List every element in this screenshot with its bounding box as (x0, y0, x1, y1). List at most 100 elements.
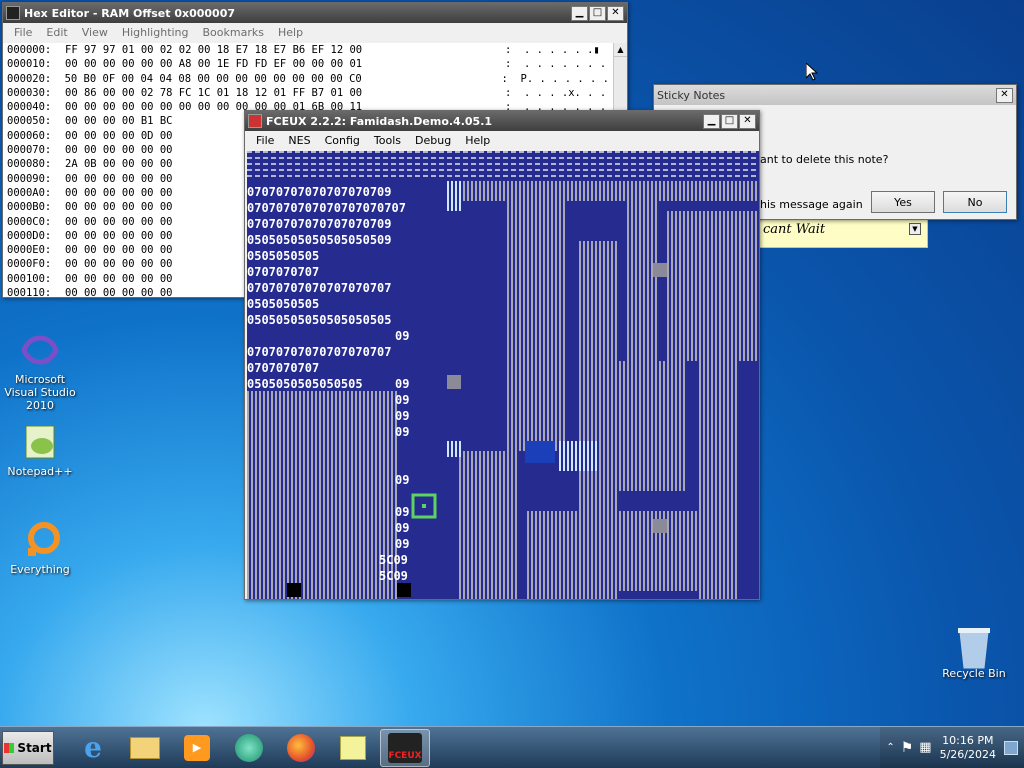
show-hidden-icons[interactable]: ⌃ (886, 742, 894, 753)
clock[interactable]: 10:16 PM 5/26/2024 (940, 734, 996, 762)
hex-bytes[interactable]: 00 86 00 00 02 78 FC 1C 01 18 12 01 FF B… (65, 87, 505, 101)
clock-time: 10:16 PM (942, 733, 994, 747)
svg-text:0707070707: 0707070707 (247, 361, 319, 375)
svg-text:0505050505050505: 0505050505050505 (247, 377, 363, 391)
close-button[interactable]: ✕ (607, 5, 624, 21)
hex-bytes[interactable]: 50 B0 0F 00 04 04 08 00 00 00 00 00 00 0… (65, 73, 502, 87)
taskbar-sticky-notes[interactable] (328, 729, 378, 767)
svg-text:07070707070707070709: 07070707070707070709 (247, 217, 392, 231)
hex-ascii[interactable]: : P. . . . . . . (502, 73, 609, 87)
sticky-note[interactable]: cant Wait ▼ (756, 218, 928, 248)
folder-icon (130, 736, 160, 759)
svg-text:09: 09 (395, 329, 409, 343)
scroll-up-icon[interactable]: ▲ (614, 43, 627, 57)
hex-bytes[interactable]: 00 00 00 00 00 00 A8 00 1E FD FD EF 00 0… (65, 58, 505, 72)
menu-item[interactable]: Bookmarks (196, 26, 271, 39)
dropdown-icon[interactable]: ▼ (909, 223, 921, 235)
svg-text:09: 09 (395, 377, 409, 391)
hex-row[interactable]: 000000: FF 97 97 01 00 02 02 00 18 E7 18 … (7, 44, 609, 58)
taskbar-media-player[interactable]: ▶ (172, 729, 222, 767)
taskbar-internet-explorer[interactable]: e (68, 729, 118, 767)
taskbar-firefox[interactable] (276, 729, 326, 767)
note-text: cant Wait (763, 222, 826, 237)
fceux-window[interactable]: FCEUX 2.2.2: Famidash.Demo.4.05.1 ▁ □ ✕ … (244, 110, 760, 600)
globe-icon (235, 733, 263, 762)
svg-text:05050505050505050509: 05050505050505050509 (247, 233, 392, 247)
hex-address: 0000C0: (7, 215, 52, 228)
desktop-icon-recycle-bin[interactable]: Recycle Bin (934, 624, 1014, 680)
action-center-flag-icon[interactable]: ⚑ (901, 740, 914, 756)
yes-button[interactable]: Yes (871, 191, 935, 213)
menu-item[interactable]: File (7, 26, 39, 39)
minimize-button[interactable]: ▁ (703, 113, 720, 129)
show-desktop-button[interactable] (1004, 740, 1018, 755)
start-button[interactable]: Start (2, 730, 54, 765)
hex-row[interactable]: 000030: 00 86 00 00 02 78 FC 1C 01 18 12 … (7, 87, 609, 101)
dialog-titlebar[interactable]: Sticky Notes ✕ (654, 85, 1016, 105)
svg-text:09: 09 (395, 505, 409, 519)
start-label: Start (17, 740, 52, 755)
network-icon[interactable]: ▦ (919, 740, 931, 755)
hex-editor-titlebar[interactable]: Hex Editor - RAM Offset 0x000007 ▁ □ ✕ (3, 3, 627, 23)
window-title: Hex Editor - RAM Offset 0x000007 (24, 6, 236, 20)
svg-text:05050505050505050505: 05050505050505050505 (247, 313, 392, 327)
hex-address: 000100: (7, 272, 52, 285)
menu-item[interactable]: Help (458, 134, 497, 147)
firefox-icon (287, 733, 315, 762)
svg-text:07070707070707070707: 07070707070707070707 (247, 281, 392, 295)
svg-text:09: 09 (395, 521, 409, 535)
menu-item[interactable]: File (249, 134, 281, 147)
hex-bytes[interactable]: FF 97 97 01 00 02 02 00 18 E7 18 E7 B6 E… (65, 44, 505, 58)
desktop-icon-visual-studio[interactable]: Microsoft Visual Studio 2010 (0, 330, 80, 412)
menu-item[interactable]: View (75, 26, 115, 39)
svg-text:09: 09 (395, 537, 409, 551)
hex-ascii[interactable]: : . . . . . . . (505, 58, 606, 72)
svg-text:0707070707: 0707070707 (247, 265, 319, 279)
menu-item[interactable]: Debug (408, 134, 458, 147)
taskbar-app-green[interactable] (224, 729, 274, 767)
hex-address: 000010: (7, 58, 52, 71)
menu-item[interactable]: Config (318, 134, 367, 147)
media-player-icon: ▶ (184, 734, 210, 761)
svg-text:0505050505: 0505050505 (247, 249, 319, 263)
close-button[interactable]: ✕ (739, 113, 756, 129)
dialog-question: ant to delete this note? (760, 153, 889, 166)
taskbar-file-explorer[interactable] (120, 729, 170, 767)
no-button[interactable]: No (943, 191, 1007, 213)
fceux-titlebar[interactable]: FCEUX 2.2.2: Famidash.Demo.4.05.1 ▁ □ ✕ (245, 111, 759, 131)
maximize-button[interactable]: □ (721, 113, 738, 129)
mouse-cursor-icon (806, 63, 818, 81)
desktop-icon-everything[interactable]: Everything (0, 520, 80, 576)
hex-address: 000110: (7, 287, 52, 297)
hex-row[interactable]: 000010: 00 00 00 00 00 00 A8 00 1E FD FD … (7, 58, 609, 72)
sticky-notes-icon (340, 735, 366, 760)
visual-studio-icon (20, 330, 60, 370)
menu-item[interactable]: Help (271, 26, 310, 39)
close-button[interactable]: ✕ (996, 87, 1013, 103)
hex-row[interactable]: 000020: 50 B0 0F 00 04 04 08 00 00 00 00 … (7, 73, 609, 87)
hex-ascii[interactable]: : . . . . . .▮ (505, 44, 600, 58)
dont-show-label[interactable]: his message again (760, 198, 863, 211)
menu-item[interactable]: Edit (39, 26, 74, 39)
hex-address: 000060: (7, 129, 52, 142)
minimize-button[interactable]: ▁ (571, 5, 588, 21)
menu-item[interactable]: Highlighting (115, 26, 196, 39)
svg-text:5C09: 5C09 (379, 553, 408, 567)
taskbar: Start e ▶ FCEUX ⌃ ⚑ ▦ 10:16 PM 5/26/2024 (0, 726, 1024, 768)
svg-text:0707070707070707070707: 0707070707070707070707 (247, 201, 406, 215)
svg-text:09: 09 (395, 393, 409, 407)
desktop-icon-notepad-plus-plus[interactable]: Notepad++ (0, 422, 80, 478)
fceux-icon: FCEUX (388, 732, 422, 763)
menu-item[interactable]: Tools (367, 134, 408, 147)
hex-address: 000030: (7, 86, 52, 99)
hex-ascii[interactable]: : . . . .x. . . (505, 87, 606, 101)
svg-text:09: 09 (395, 409, 409, 423)
hex-address: 000050: (7, 115, 52, 128)
clock-date: 5/26/2024 (939, 747, 996, 761)
maximize-button[interactable]: □ (589, 5, 606, 21)
svg-text:07070707070707070709: 07070707070707070709 (247, 185, 392, 199)
game-screen[interactable]: 07070707070707070709 0707070707070707070… (247, 151, 759, 599)
taskbar-fceux[interactable]: FCEUX (380, 728, 430, 767)
menu-item[interactable]: NES (281, 134, 317, 147)
svg-text:0505050505: 0505050505 (247, 297, 319, 311)
